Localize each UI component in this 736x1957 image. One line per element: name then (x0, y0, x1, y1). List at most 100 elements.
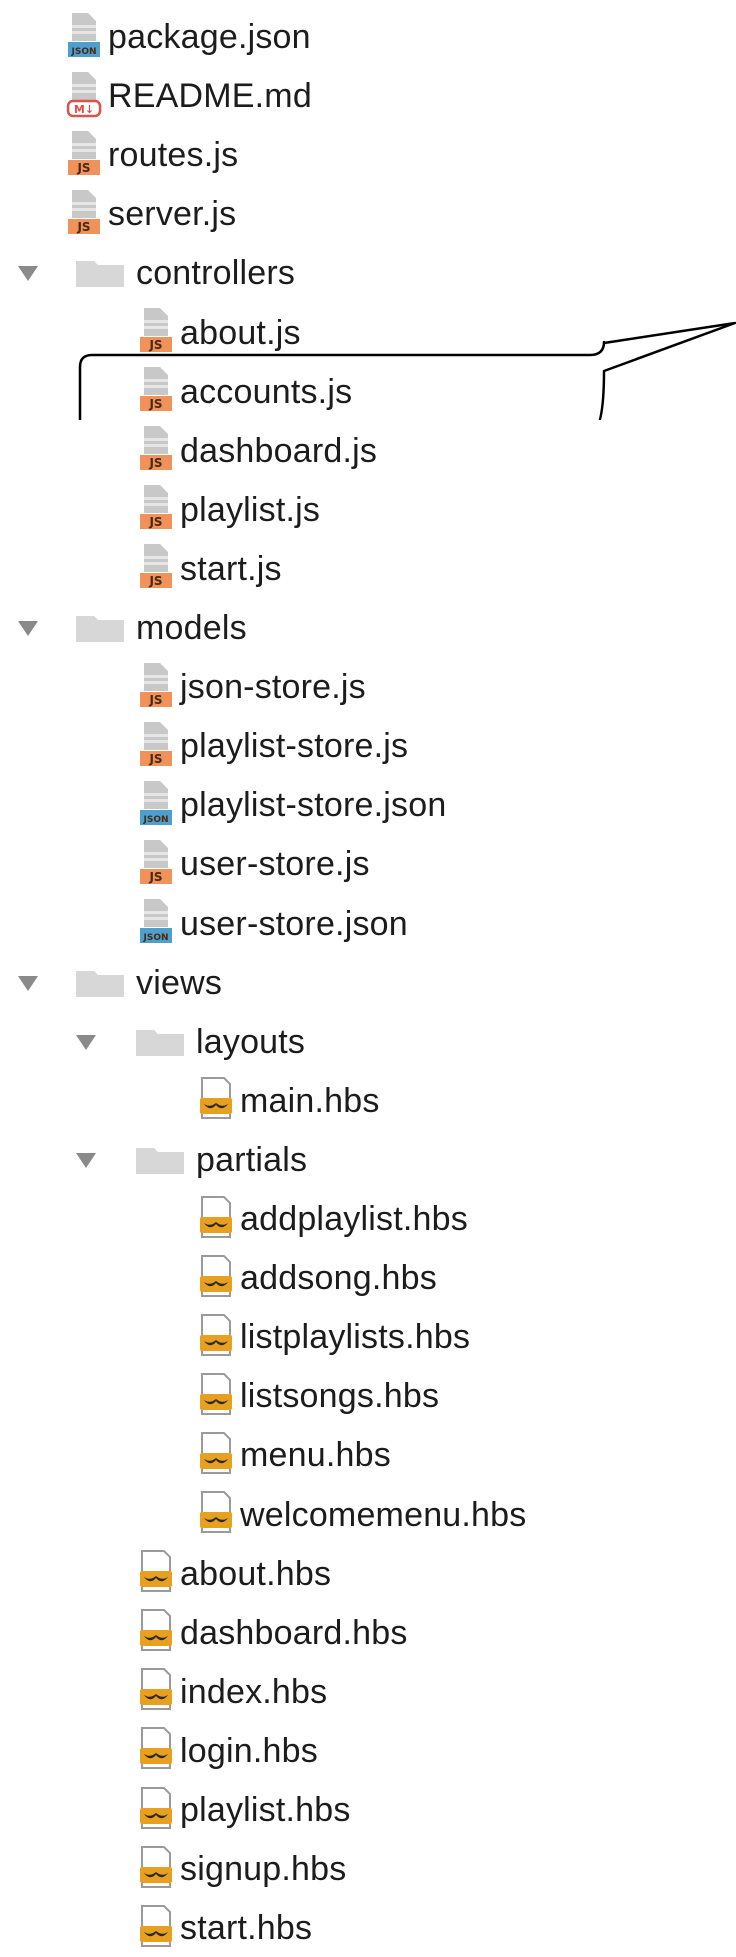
svg-text:JS: JS (148, 515, 162, 529)
tree-file-addsong-hbs[interactable]: addsong.hbs (198, 1249, 437, 1307)
svg-text:JS: JS (148, 574, 162, 588)
tree-item-label: user-store.js (180, 845, 370, 884)
markdown-file-icon: M↓ (66, 70, 102, 123)
tree-item-label: addsong.hbs (240, 1259, 437, 1298)
tree-item-label: welcomemenu.hbs (240, 1495, 527, 1534)
tree-item-label: routes.js (108, 136, 239, 175)
tree-folder-partials[interactable]: partials (136, 1131, 307, 1189)
tree-file-start-js[interactable]: JS start.js (138, 540, 282, 598)
handlebars-file-icon (198, 1370, 234, 1423)
tree-file-playlist-hbs[interactable]: playlist.hbs (138, 1781, 351, 1839)
handlebars-file-icon (198, 1429, 234, 1482)
folder-icon (136, 1146, 184, 1174)
tree-item-label: listplaylists.hbs (240, 1318, 471, 1357)
svg-text:M↓: M↓ (74, 103, 94, 116)
tree-file-signup-hbs[interactable]: signup.hbs (138, 1840, 346, 1898)
handlebars-file-icon (198, 1252, 234, 1305)
js-file-icon: JS (138, 365, 174, 418)
tree-file-listsongs-hbs[interactable]: listsongs.hbs (198, 1367, 439, 1425)
tree-item-label: login.hbs (180, 1731, 318, 1770)
tree-folder-views[interactable]: views (76, 954, 222, 1012)
json-file-icon: JSON (66, 11, 102, 64)
svg-text:JS: JS (76, 220, 90, 234)
tree-item-label: main.hbs (240, 1081, 380, 1120)
tree-item-label: package.json (108, 18, 311, 56)
tree-file-menu-hbs[interactable]: menu.hbs (198, 1426, 391, 1484)
tree-file-readme-md[interactable]: M↓ README.md (66, 67, 312, 125)
tree-item-label: playlist-store.js (180, 727, 409, 766)
tree-item-label: json-store.js (180, 668, 366, 707)
tree-file-dashboard-hbs[interactable]: dashboard.hbs (138, 1604, 408, 1662)
tree-folder-controllers[interactable]: controllers (76, 244, 295, 302)
tree-item-label: server.js (108, 195, 237, 234)
tree-item-label: about.js (180, 313, 301, 352)
handlebars-file-icon (198, 1311, 234, 1364)
handlebars-file-icon (198, 1074, 234, 1127)
js-file-icon: JS (138, 306, 174, 359)
tree-file-json-store-js[interactable]: JS json-store.js (138, 658, 366, 716)
tree-file-addplaylist-hbs[interactable]: addplaylist.hbs (198, 1190, 468, 1248)
tree-file-about-hbs[interactable]: about.hbs (138, 1545, 331, 1603)
tree-item-label: README.md (108, 77, 312, 116)
tree-file-welcomemenu-hbs[interactable]: welcomemenu.hbs (198, 1486, 526, 1544)
tree-folder-models[interactable]: models (76, 599, 247, 657)
tree-file-login-hbs[interactable]: login.hbs (138, 1722, 318, 1780)
tree-file-accounts-js[interactable]: JS accounts.js (138, 363, 352, 421)
tree-file-main-hbs[interactable]: main.hbs (198, 1072, 380, 1130)
disclosure-triangle-icon[interactable] (18, 621, 38, 636)
handlebars-file-icon (138, 1843, 174, 1896)
tree-item-label: accounts.js (180, 372, 353, 411)
tree-file-start-hbs[interactable]: start.hbs (138, 1899, 312, 1957)
tree-item-label: dashboard.hbs (180, 1613, 408, 1652)
js-file-icon: JS (66, 188, 102, 241)
js-file-icon: JS (138, 424, 174, 477)
js-file-icon: JS (138, 661, 174, 714)
handlebars-file-icon (138, 1547, 174, 1600)
js-file-icon: JS (138, 483, 174, 536)
file-tree: JSON package.json M↓ README.md JS routes.js JS… (0, 0, 736, 1948)
tree-file-playlist-store-js[interactable]: JS playlist-store.js (138, 717, 408, 775)
tree-file-dashboard-js[interactable]: JS dashboard.js (138, 422, 377, 480)
tree-file-about-js[interactable]: JS about.js (138, 304, 301, 362)
handlebars-file-icon (198, 1488, 234, 1541)
tree-file-index-hbs[interactable]: index.hbs (138, 1663, 327, 1721)
tree-item-label: about.hbs (180, 1554, 332, 1593)
tree-file-listplaylists-hbs[interactable]: listplaylists.hbs (198, 1308, 470, 1366)
tree-file-user-store-js[interactable]: JS user-store.js (138, 835, 370, 893)
tree-item-label: playlist-store.json (180, 786, 447, 825)
tree-item-label: signup.hbs (180, 1850, 347, 1889)
disclosure-triangle-icon[interactable] (76, 1034, 96, 1050)
tree-file-playlist-js[interactable]: JS playlist.js (138, 481, 320, 539)
svg-text:JSON: JSON (142, 815, 168, 825)
disclosure-triangle-icon[interactable] (18, 975, 38, 991)
handlebars-file-icon (138, 1665, 174, 1718)
folder-icon (76, 259, 124, 288)
tree-item-label: start.js (180, 549, 282, 588)
tree-file-playlist-store-json[interactable]: JSON playlist-store.json (138, 776, 446, 834)
svg-text:JS: JS (76, 161, 90, 175)
tree-file-routes-js[interactable]: JS routes.js (66, 126, 238, 184)
tree-item-label: menu.hbs (240, 1436, 391, 1475)
disclosure-triangle-icon[interactable] (18, 266, 38, 282)
svg-text:JS: JS (148, 870, 162, 884)
handlebars-file-icon (138, 1606, 174, 1659)
tree-folder-layouts[interactable]: layouts (136, 1013, 305, 1071)
tree-file-package-json[interactable]: JSON package.json (66, 8, 311, 66)
tree-item-label: controllers (136, 254, 296, 293)
tree-file-user-store-json[interactable]: JSON user-store.json (138, 895, 408, 953)
svg-text:JS: JS (148, 456, 162, 470)
tree-item-label: models (136, 609, 247, 647)
json-file-icon: JSON (138, 897, 174, 950)
svg-text:JS: JS (148, 693, 162, 707)
tree-item-label: playlist.hbs (180, 1791, 351, 1829)
svg-text:JS: JS (148, 752, 162, 766)
handlebars-file-icon (198, 1193, 234, 1246)
disclosure-triangle-icon[interactable] (76, 1152, 96, 1168)
folder-icon (76, 614, 124, 642)
js-file-icon: JS (66, 129, 102, 182)
tree-file-server-js[interactable]: JS server.js (66, 185, 236, 243)
js-file-icon: JS (138, 838, 174, 891)
svg-text:JSON: JSON (142, 933, 168, 943)
tree-item-label: listsongs.hbs (240, 1377, 440, 1416)
folder-icon (76, 969, 124, 997)
